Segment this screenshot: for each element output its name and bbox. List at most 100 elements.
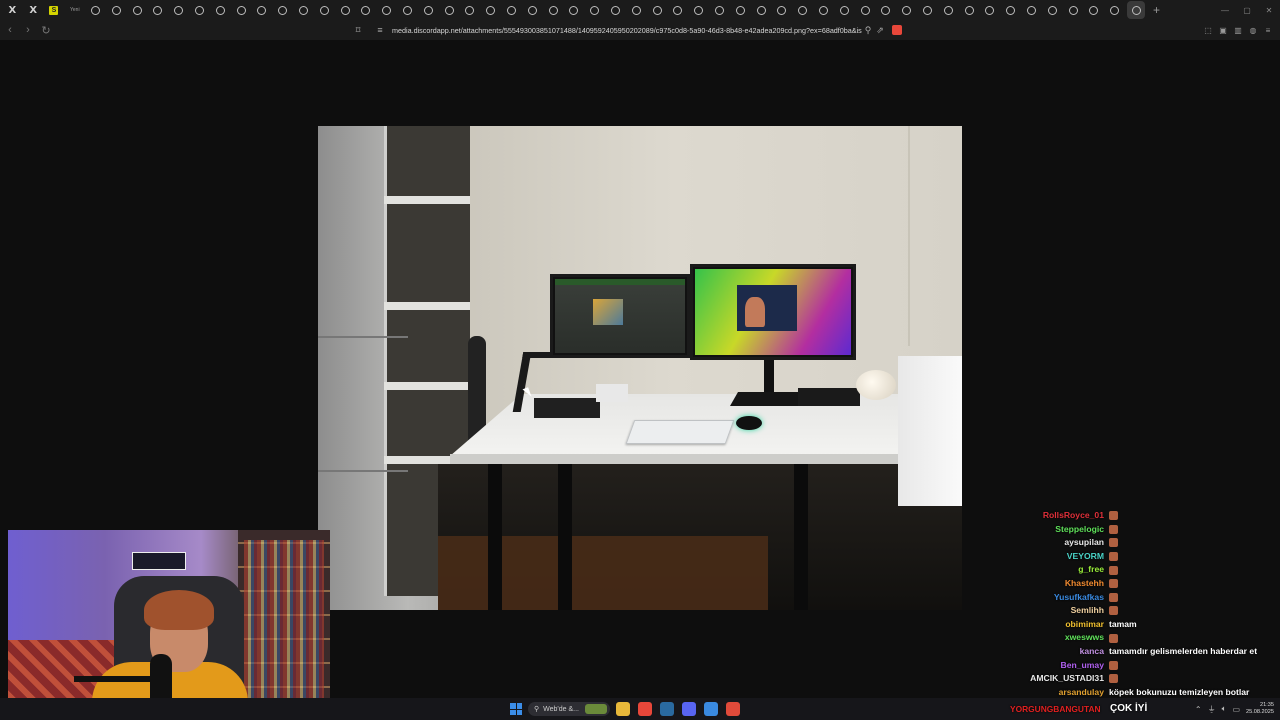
browser-tab[interactable]: [875, 1, 896, 19]
steam-icon[interactable]: [660, 702, 674, 716]
site-settings-icon[interactable]: ≡: [374, 24, 386, 36]
browser-tab[interactable]: [501, 1, 522, 19]
browser-tab[interactable]: [480, 1, 501, 19]
browser-tab[interactable]: S: [44, 1, 65, 19]
browser-tab[interactable]: [543, 1, 564, 19]
close-window-icon[interactable]: ✕: [1258, 0, 1280, 20]
bookmark-icon[interactable]: ⌑: [352, 24, 364, 36]
browser-tab[interactable]: [813, 1, 834, 19]
volume-icon[interactable]: 🔈︎: [1222, 704, 1227, 714]
browser-tab[interactable]: [584, 1, 605, 19]
browser-tab[interactable]: [647, 1, 668, 19]
chat-username[interactable]: Khastehh: [1065, 578, 1104, 588]
desk-setup-photo[interactable]: [318, 126, 962, 610]
taskbar-search[interactable]: ⚲ Web'de &...: [528, 702, 610, 716]
battery-icon[interactable]: ▭: [1232, 705, 1240, 714]
clock[interactable]: 21:35 25.08.2025: [1246, 702, 1274, 716]
browser-tab[interactable]: [855, 1, 876, 19]
browser-tab[interactable]: [688, 1, 709, 19]
browser-tab[interactable]: [1021, 1, 1042, 19]
back-icon[interactable]: ‹: [2, 22, 18, 38]
browser-tab[interactable]: [168, 1, 189, 19]
chat-username[interactable]: g_free: [1078, 564, 1104, 574]
wallet-icon[interactable]: ▣: [1217, 22, 1229, 38]
browser-tab[interactable]: [979, 1, 1000, 19]
new-tab-icon[interactable]: +: [1153, 3, 1160, 17]
browser-tab[interactable]: [771, 1, 792, 19]
share-icon[interactable]: ⇗: [874, 24, 886, 36]
browser-tab[interactable]: [522, 1, 543, 19]
browser-tab[interactable]: [397, 1, 418, 19]
browser-tab[interactable]: [418, 1, 439, 19]
zoom-icon[interactable]: ⚲: [862, 24, 874, 36]
chat-username[interactable]: AMCIK_USTADI31: [1030, 673, 1104, 683]
chevron-up-icon[interactable]: ⌃: [1195, 705, 1202, 714]
browser-tab[interactable]: [792, 1, 813, 19]
browser-tab[interactable]: [1063, 1, 1084, 19]
chat-username[interactable]: RollsRoyce_01: [1043, 510, 1104, 520]
browser-tab[interactable]: [959, 1, 980, 19]
browser-tab[interactable]: [439, 1, 460, 19]
browser-tab[interactable]: [1127, 1, 1146, 19]
forward-icon[interactable]: ›: [20, 22, 36, 38]
browser-tab[interactable]: [314, 1, 335, 19]
browser-tab[interactable]: [210, 1, 231, 19]
browser-tab[interactable]: [127, 1, 148, 19]
discord-icon[interactable]: [682, 702, 696, 716]
chat-username[interactable]: arsandulay: [1059, 687, 1104, 697]
browser-tab[interactable]: [85, 1, 106, 19]
extensions-icon[interactable]: ⬚: [1202, 22, 1214, 38]
url-field[interactable]: ⌑ ≡ media.discordapp.net/attachments/555…: [352, 22, 908, 38]
browser-tab[interactable]: [148, 1, 169, 19]
chat-username[interactable]: Yusufkafkas: [1054, 592, 1104, 602]
sidebar-icon[interactable]: ▥: [1232, 22, 1244, 38]
browser-tab[interactable]: [1000, 1, 1021, 19]
file-explorer-icon[interactable]: [616, 702, 630, 716]
maximize-icon[interactable]: ▢: [1236, 0, 1258, 20]
chat-username[interactable]: obimimar: [1065, 619, 1104, 629]
browser-tab[interactable]: [564, 1, 585, 19]
browser-tab[interactable]: [356, 1, 377, 19]
browser-tab[interactable]: [189, 1, 210, 19]
browser-tab[interactable]: [938, 1, 959, 19]
browser-tab[interactable]: [231, 1, 252, 19]
chrome-icon[interactable]: [726, 702, 740, 716]
reload-icon[interactable]: ↻: [38, 22, 54, 38]
browser-tab[interactable]: X: [2, 1, 23, 19]
url-text[interactable]: media.discordapp.net/attachments/5554930…: [392, 26, 862, 35]
start-button[interactable]: [510, 703, 522, 715]
browser-tab[interactable]: [917, 1, 938, 19]
browser-tab[interactable]: [730, 1, 751, 19]
browser-tab[interactable]: [896, 1, 917, 19]
browser-tab[interactable]: [293, 1, 314, 19]
network-icon[interactable]: ⏚: [1208, 704, 1216, 715]
browser-tab[interactable]: [1104, 1, 1125, 19]
browser-tab[interactable]: [751, 1, 772, 19]
chat-username[interactable]: Semlihh: [1071, 605, 1104, 615]
browser-tab[interactable]: [376, 1, 397, 19]
browser-tab[interactable]: [605, 1, 626, 19]
chat-username[interactable]: Steppelogic: [1055, 524, 1104, 534]
browser-tab[interactable]: [709, 1, 730, 19]
browser-tab[interactable]: Yeni: [64, 1, 85, 19]
chat-username[interactable]: xweswws: [1065, 632, 1104, 642]
chat-username[interactable]: VEYORM: [1067, 551, 1104, 561]
browser-tab[interactable]: X: [23, 1, 44, 19]
browser-tab[interactable]: [460, 1, 481, 19]
menu-icon[interactable]: ≡: [1262, 22, 1274, 38]
browser-tab[interactable]: [668, 1, 689, 19]
minimize-icon[interactable]: —: [1214, 0, 1236, 20]
app-icon[interactable]: [704, 702, 718, 716]
browser-tab[interactable]: [1042, 1, 1063, 19]
brave-icon[interactable]: [638, 702, 652, 716]
vpn-icon[interactable]: ◍: [1247, 22, 1259, 38]
browser-tab[interactable]: [1083, 1, 1104, 19]
browser-tab[interactable]: [335, 1, 356, 19]
browser-tab[interactable]: [106, 1, 127, 19]
browser-tab[interactable]: [252, 1, 273, 19]
chat-username[interactable]: kanca: [1080, 646, 1104, 656]
chat-username[interactable]: Ben_umay: [1061, 660, 1104, 670]
chat-username[interactable]: aysupilan: [1064, 537, 1104, 547]
brave-shield-icon[interactable]: [892, 25, 902, 35]
browser-tab[interactable]: [626, 1, 647, 19]
